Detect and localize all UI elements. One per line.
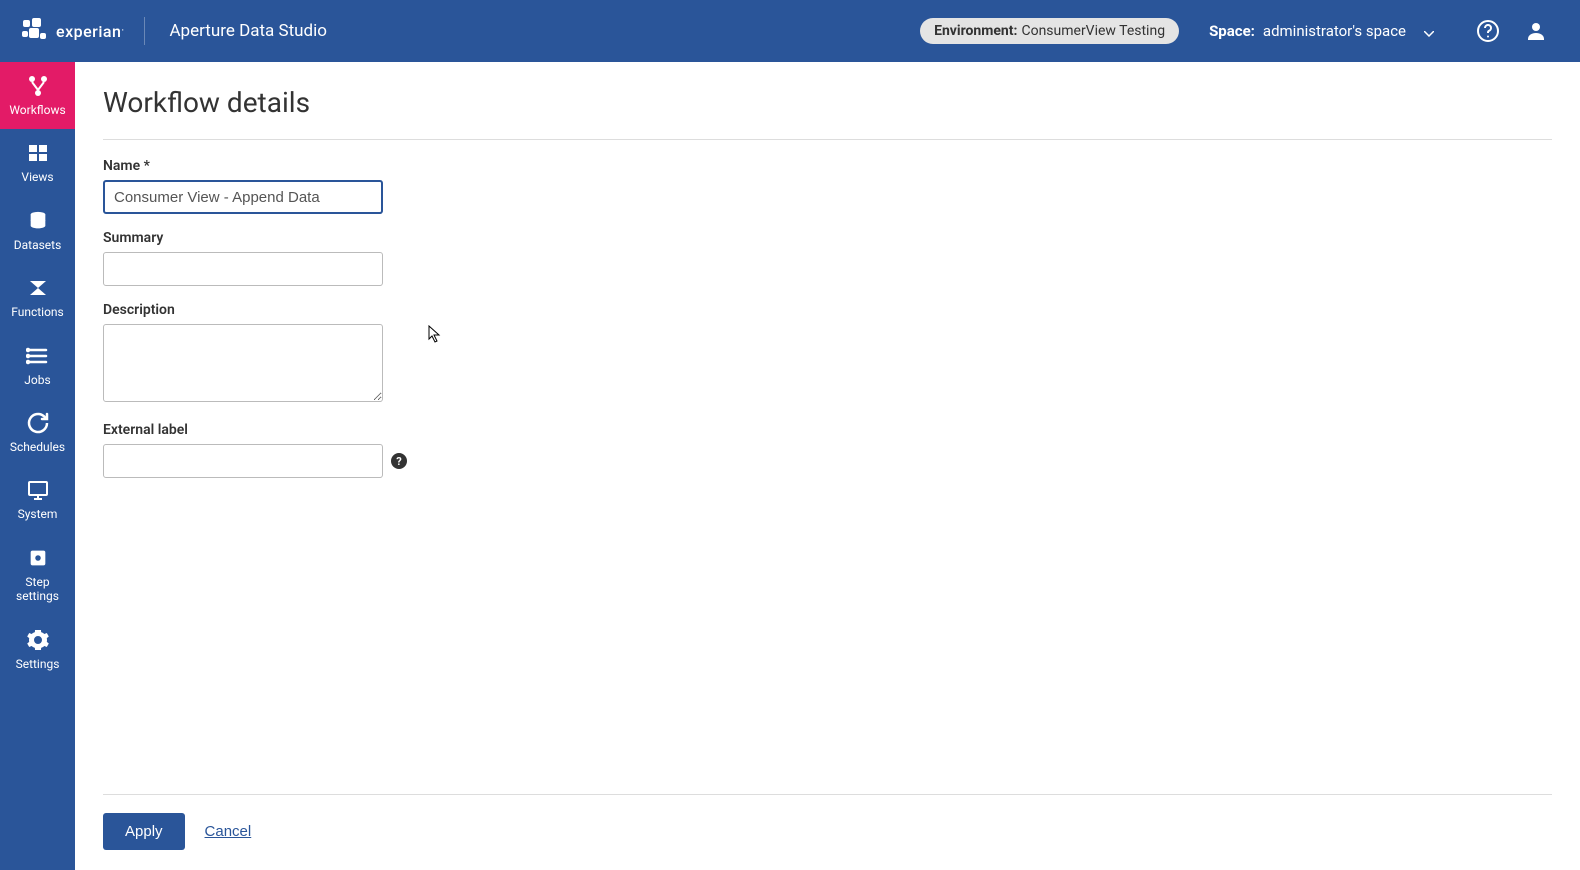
sidebar-item-datasets[interactable]: Datasets <box>0 197 75 264</box>
sidebar-item-label: Workflows <box>9 103 65 117</box>
main-content: Workflow details Name * Summary Descript… <box>75 62 1580 870</box>
description-textarea[interactable] <box>103 324 383 402</box>
sidebar-item-label: System <box>18 507 58 521</box>
sidebar-item-functions[interactable]: Functions <box>0 264 75 331</box>
name-group: Name * <box>103 158 1552 214</box>
summary-input[interactable] <box>103 252 383 286</box>
workflows-icon <box>26 74 50 98</box>
system-icon <box>26 478 50 502</box>
environment-badge[interactable]: Environment: ConsumerView Testing <box>920 18 1179 44</box>
workflow-form: Name * Summary Description External labe… <box>103 158 1552 794</box>
apply-button[interactable]: Apply <box>103 813 185 850</box>
sidebar: Workflows Views Datasets Functions <box>0 62 75 870</box>
external-label-input[interactable] <box>103 444 383 478</box>
sidebar-item-label: Jobs <box>24 373 50 387</box>
logo-text: experian. <box>56 22 124 41</box>
summary-group: Summary <box>103 230 1552 286</box>
top-header: experian. Aperture Data Studio Environme… <box>0 0 1580 62</box>
app-name: Aperture Data Studio <box>169 21 326 41</box>
sidebar-item-label: Schedules <box>10 440 65 454</box>
external-label-group: External label ? <box>103 422 1552 478</box>
sidebar-item-system[interactable]: System <box>0 466 75 533</box>
sidebar-item-label: Settings <box>16 657 60 671</box>
cancel-button[interactable]: Cancel <box>205 823 252 840</box>
sidebar-item-label: Functions <box>11 305 64 319</box>
functions-icon <box>26 276 50 300</box>
schedules-icon <box>26 411 50 435</box>
name-label: Name * <box>103 158 1552 174</box>
experian-logo-icon <box>20 17 48 45</box>
form-footer: Apply Cancel <box>103 794 1552 850</box>
environment-label: Environment: <box>934 23 1017 39</box>
views-icon <box>26 141 50 165</box>
datasets-icon <box>26 209 50 233</box>
sidebar-item-jobs[interactable]: Jobs <box>0 332 75 399</box>
page-title: Workflow details <box>103 86 1552 119</box>
environment-value: ConsumerView Testing <box>1021 23 1165 39</box>
name-input[interactable] <box>103 180 383 214</box>
jobs-icon <box>26 344 50 368</box>
sidebar-item-label: Views <box>21 170 53 184</box>
description-label: Description <box>103 302 1552 318</box>
header-divider <box>144 17 145 45</box>
sidebar-item-label: Datasets <box>14 238 62 252</box>
help-icon[interactable] <box>1476 19 1500 43</box>
sidebar-item-settings[interactable]: Settings <box>0 616 75 683</box>
summary-label: Summary <box>103 230 1552 246</box>
settings-icon <box>26 628 50 652</box>
description-group: Description <box>103 302 1552 406</box>
step-settings-icon <box>26 546 50 570</box>
space-dropdown[interactable]: Space: administrator's space <box>1209 22 1434 41</box>
sidebar-item-schedules[interactable]: Schedules <box>0 399 75 466</box>
chevron-down-icon <box>1424 22 1434 41</box>
sidebar-item-views[interactable]: Views <box>0 129 75 196</box>
sidebar-item-step-settings[interactable]: Step settings <box>0 534 75 616</box>
title-divider <box>103 139 1552 140</box>
space-value: administrator's space <box>1263 22 1406 40</box>
help-tooltip-icon[interactable]: ? <box>391 453 407 469</box>
sidebar-item-label: Step settings <box>4 575 71 604</box>
logo-section: experian. <box>20 17 124 45</box>
external-label-label: External label <box>103 422 1552 438</box>
space-label: Space: <box>1209 22 1255 40</box>
sidebar-item-workflows[interactable]: Workflows <box>0 62 75 129</box>
user-icon[interactable] <box>1524 19 1548 43</box>
